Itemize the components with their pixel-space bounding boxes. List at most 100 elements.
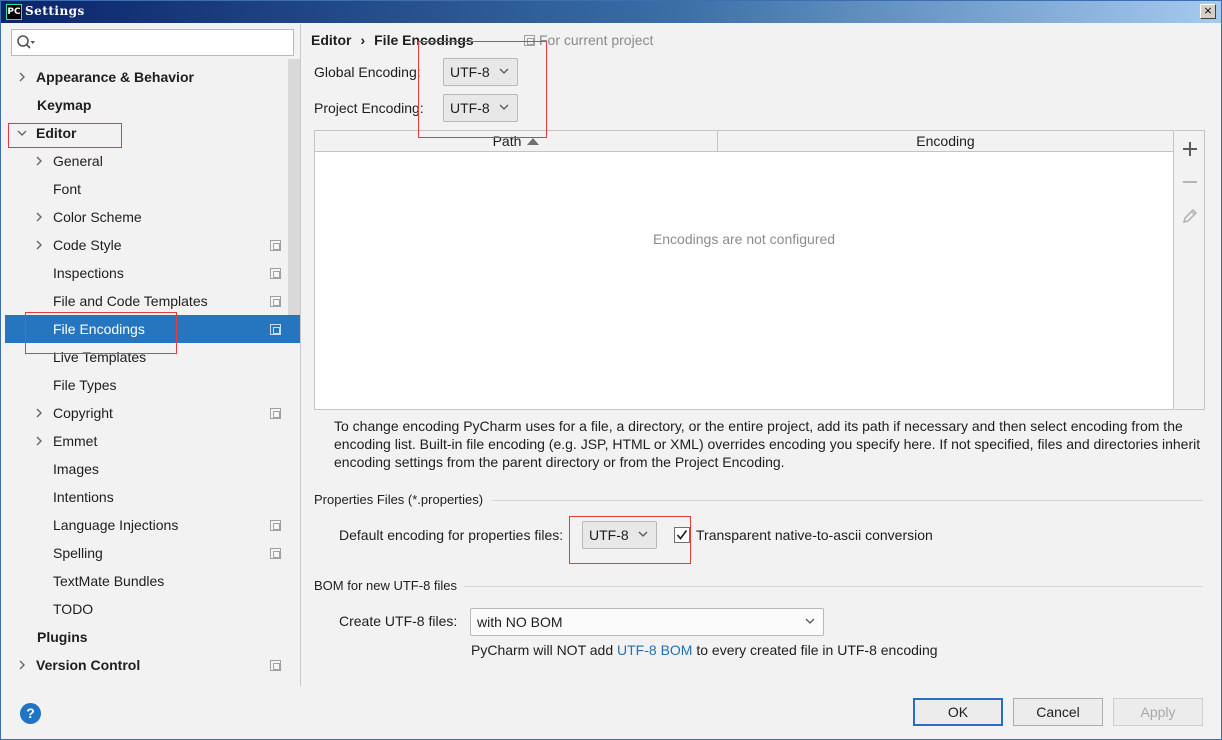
sidebar-item-label: File Encodings — [53, 321, 145, 337]
search-input[interactable] — [11, 29, 294, 56]
sidebar-item-emmet[interactable]: Emmet — [5, 427, 300, 455]
sidebar-item-label: Intentions — [53, 489, 114, 505]
chevron-right-icon[interactable] — [34, 156, 44, 166]
sidebar-item-images[interactable]: Images — [5, 455, 300, 483]
sidebar-item-label: Live Templates — [53, 349, 147, 365]
project-scope-icon — [270, 408, 281, 419]
column-header-path-label: Path — [492, 133, 522, 149]
project-scope-icon — [270, 268, 281, 279]
sidebar-item-font[interactable]: Font — [5, 175, 300, 203]
column-header-path[interactable]: Path — [315, 131, 718, 152]
project-encoding-label: Project Encoding: — [314, 100, 424, 116]
cancel-button[interactable]: Cancel — [1013, 698, 1103, 726]
breadcrumb-separator: › — [360, 32, 366, 48]
project-scope-icon — [270, 660, 281, 671]
encodings-table[interactable]: Path Encoding Encodings are not configur… — [314, 130, 1174, 410]
sidebar-item-editor[interactable]: Editor — [5, 119, 300, 147]
pycharm-logo-icon: PC — [6, 4, 22, 20]
ok-button[interactable]: OK — [913, 698, 1003, 726]
settings-window: PC Settings × Appearance & Behavior Keyma… — [0, 0, 1222, 740]
project-scope-icon — [270, 520, 281, 531]
table-empty-text: Encodings are not configured — [652, 231, 836, 247]
sidebar-item-label: Language Injections — [53, 517, 179, 533]
sidebar-item-copyright[interactable]: Copyright — [5, 399, 300, 427]
utf8-bom-link[interactable]: UTF-8 BOM — [617, 642, 692, 658]
sidebar-item-label: Inspections — [53, 265, 124, 281]
chevron-right-icon[interactable] — [17, 660, 27, 670]
sidebar-item-label: Code Style — [53, 237, 122, 253]
sidebar-item-label: Emmet — [53, 433, 98, 449]
column-header-encoding-label: Encoding — [916, 133, 975, 149]
chevron-right-icon[interactable] — [34, 436, 44, 446]
properties-section-title: Properties Files (*.properties) — [314, 492, 484, 507]
project-encoding-value: UTF-8 — [450, 100, 490, 116]
sidebar-item-file-types[interactable]: File Types — [5, 371, 300, 399]
sidebar-item-code-style[interactable]: Code Style — [5, 231, 300, 259]
create-utf8-files-label: Create UTF-8 files: — [339, 613, 458, 629]
remove-icon[interactable] — [1181, 173, 1199, 191]
add-icon[interactable] — [1181, 140, 1199, 158]
sidebar-item-label: TODO — [53, 601, 94, 617]
breadcrumb-parent: Editor — [311, 32, 352, 48]
sidebar-item-live-templates[interactable]: Live Templates — [5, 343, 300, 371]
sidebar-item-intentions[interactable]: Intentions — [5, 483, 300, 511]
global-encoding-select[interactable]: UTF-8 — [443, 58, 518, 86]
project-encoding-select[interactable]: UTF-8 — [443, 94, 518, 122]
sidebar-item-inspections[interactable]: Inspections — [5, 259, 300, 287]
sidebar-item-label: Version Control — [36, 657, 141, 673]
bom-note: PyCharm will NOT add UTF-8 BOM to every … — [471, 642, 938, 658]
sidebar-item-label: Images — [53, 461, 99, 477]
native-to-ascii-checkbox[interactable] — [674, 527, 690, 543]
sidebar-item-label: Plugins — [37, 629, 88, 645]
sidebar-item-version-control[interactable]: Version Control — [5, 651, 300, 679]
sidebar-item-todo[interactable]: TODO — [5, 595, 300, 623]
help-button[interactable]: ? — [20, 703, 41, 724]
properties-encoding-value: UTF-8 — [589, 527, 629, 543]
sidebar-item-general[interactable]: General — [5, 147, 300, 175]
sidebar-item-spelling[interactable]: Spelling — [5, 539, 300, 567]
project-scope-icon — [270, 324, 281, 335]
sidebar-item-keymap[interactable]: Keymap — [5, 91, 300, 119]
project-scope-icon — [270, 548, 281, 559]
properties-section-divider — [492, 500, 1203, 501]
chevron-down-icon — [805, 618, 815, 624]
search-icon — [17, 35, 35, 49]
bom-note-prefix: PyCharm will NOT add — [471, 642, 618, 658]
column-header-encoding[interactable]: Encoding — [718, 131, 1173, 152]
title-bar[interactable]: PC Settings × — [1, 1, 1221, 23]
chevron-right-icon[interactable] — [34, 212, 44, 222]
sidebar-item-language-injections[interactable]: Language Injections — [5, 511, 300, 539]
bom-section-divider — [464, 586, 1203, 587]
chevron-down-icon[interactable] — [17, 128, 27, 138]
sidebar-item-file-encodings[interactable]: File Encodings — [5, 315, 300, 343]
sidebar-item-appearance-behavior[interactable]: Appearance & Behavior — [5, 63, 300, 91]
sidebar-item-color-scheme[interactable]: Color Scheme — [5, 203, 300, 231]
properties-encoding-select[interactable]: UTF-8 — [582, 521, 657, 549]
encoding-help-text: To change encoding PyCharm uses for a fi… — [334, 418, 1201, 470]
sidebar-item-label: General — [53, 153, 103, 169]
global-encoding-label: Global Encoding: — [314, 64, 421, 80]
sidebar-item-textmate-bundles[interactable]: TextMate Bundles — [5, 567, 300, 595]
chevron-right-icon[interactable] — [34, 240, 44, 250]
sidebar-item-label: Color Scheme — [53, 209, 142, 225]
sidebar-item-label: Appearance & Behavior — [36, 69, 194, 85]
sidebar-item-plugins[interactable]: Plugins — [5, 623, 300, 651]
sidebar-item-label: Keymap — [37, 97, 92, 113]
settings-tree: Appearance & Behavior Keymap Editor General… — [5, 63, 300, 679]
chevron-down-icon — [638, 531, 648, 537]
sidebar-item-label: TextMate Bundles — [53, 573, 165, 589]
edit-icon[interactable] — [1181, 207, 1199, 225]
sidebar-item-label: Copyright — [53, 405, 113, 421]
file-encodings-panel: Editor › File Encodings For current projec… — [302, 24, 1220, 686]
sidebar-item-label: Font — [53, 181, 82, 197]
close-icon[interactable]: × — [1200, 4, 1216, 19]
chevron-right-icon[interactable] — [34, 408, 44, 418]
sort-ascending-icon — [527, 138, 540, 145]
bom-note-suffix: to every created file in UTF-8 encoding — [692, 642, 938, 658]
project-scope-icon — [524, 35, 535, 46]
create-utf8-files-select[interactable]: with NO BOM — [470, 608, 824, 636]
chevron-right-icon[interactable] — [17, 72, 27, 82]
native-to-ascii-label[interactable]: Transparent native-to-ascii conversion — [696, 527, 933, 543]
apply-button[interactable]: Apply — [1113, 698, 1203, 726]
sidebar-item-file-and-code-templates[interactable]: File and Code Templates — [5, 287, 300, 315]
